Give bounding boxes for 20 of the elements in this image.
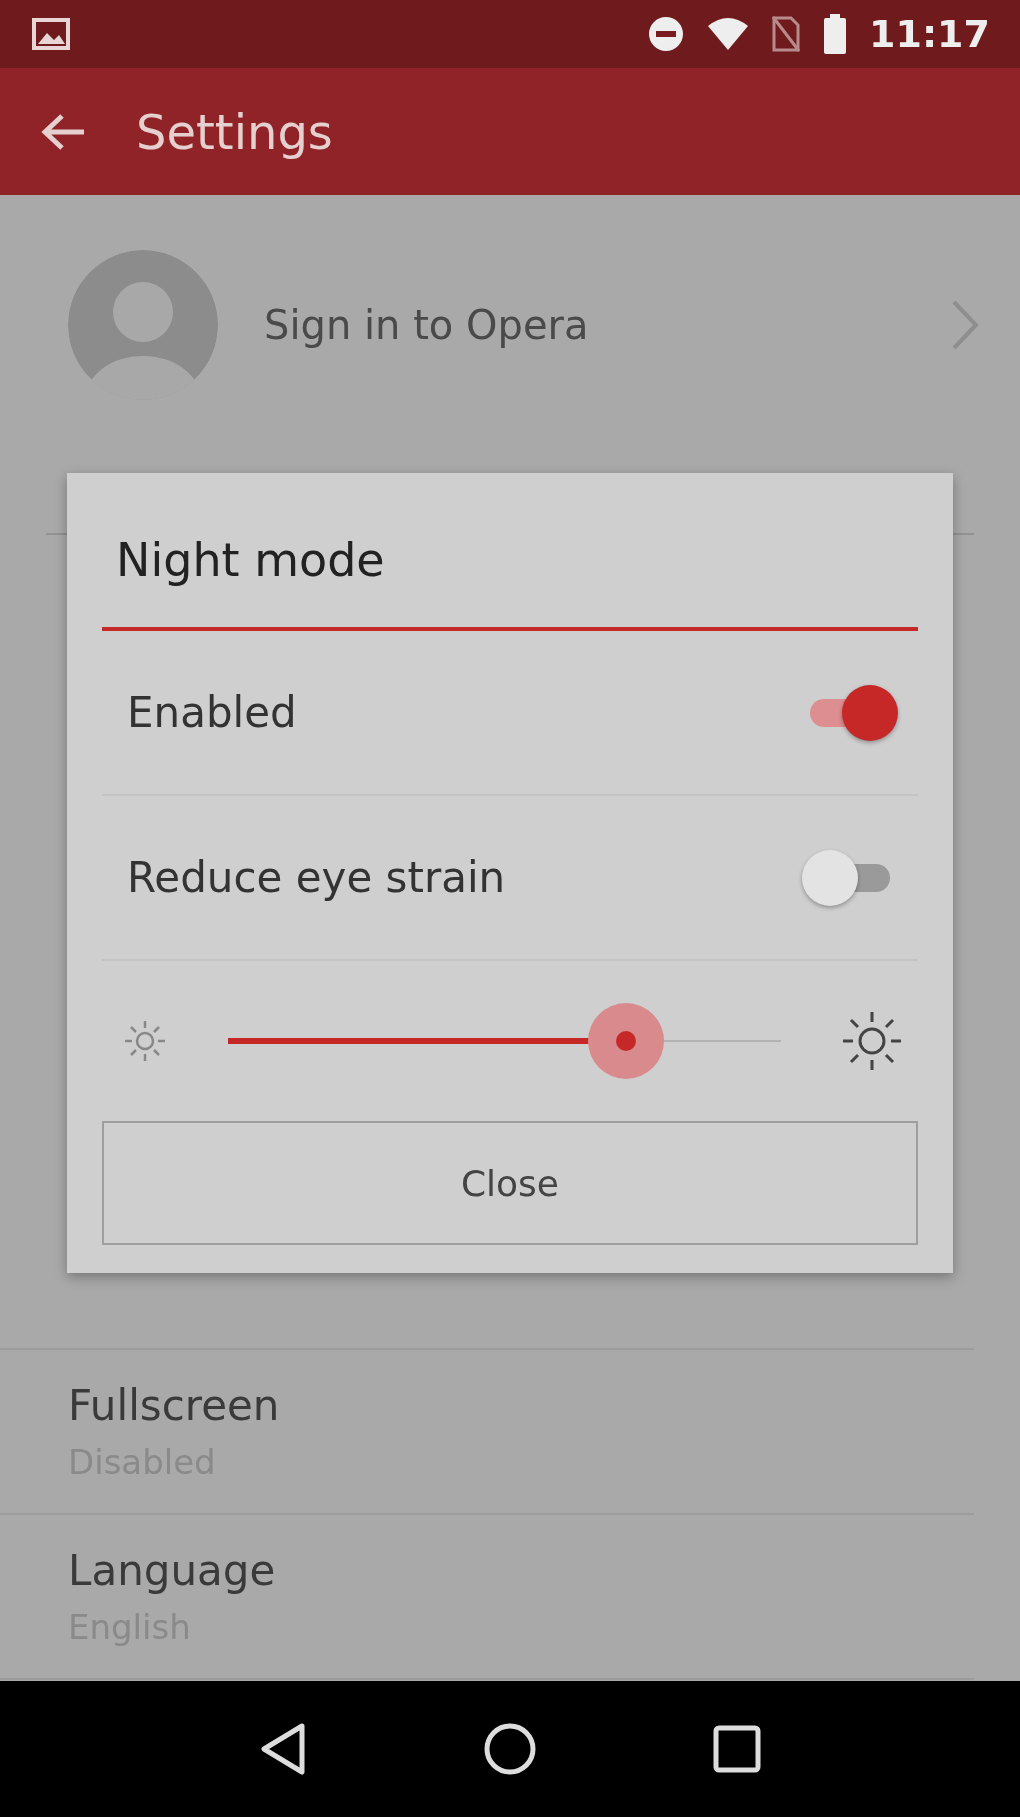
brightness-slider[interactable] xyxy=(228,1001,781,1081)
wifi-icon xyxy=(707,16,750,52)
recent-apps-icon[interactable] xyxy=(712,1724,763,1774)
sign-in-label: Sign in to Opera xyxy=(264,302,590,348)
avatar-icon xyxy=(68,250,218,400)
do-not-disturb-icon xyxy=(647,15,686,53)
chevron-right-icon xyxy=(950,299,980,351)
close-button[interactable]: Close xyxy=(102,1121,918,1245)
screen-title: Settings xyxy=(136,103,333,160)
dim-sun-icon xyxy=(122,1018,168,1064)
battery-icon xyxy=(823,14,848,54)
sign-in-row[interactable]: Sign in to Opera xyxy=(0,195,1020,455)
home-icon[interactable] xyxy=(483,1722,537,1776)
option-label: Reduce eye strain xyxy=(127,853,506,902)
option-label: Enabled xyxy=(127,688,297,737)
clock-time: 11:17 xyxy=(869,12,990,56)
dialog-title: Night mode xyxy=(116,533,386,587)
image-icon xyxy=(32,18,70,50)
bright-sun-icon xyxy=(841,1010,903,1072)
no-sim-icon xyxy=(771,15,802,53)
